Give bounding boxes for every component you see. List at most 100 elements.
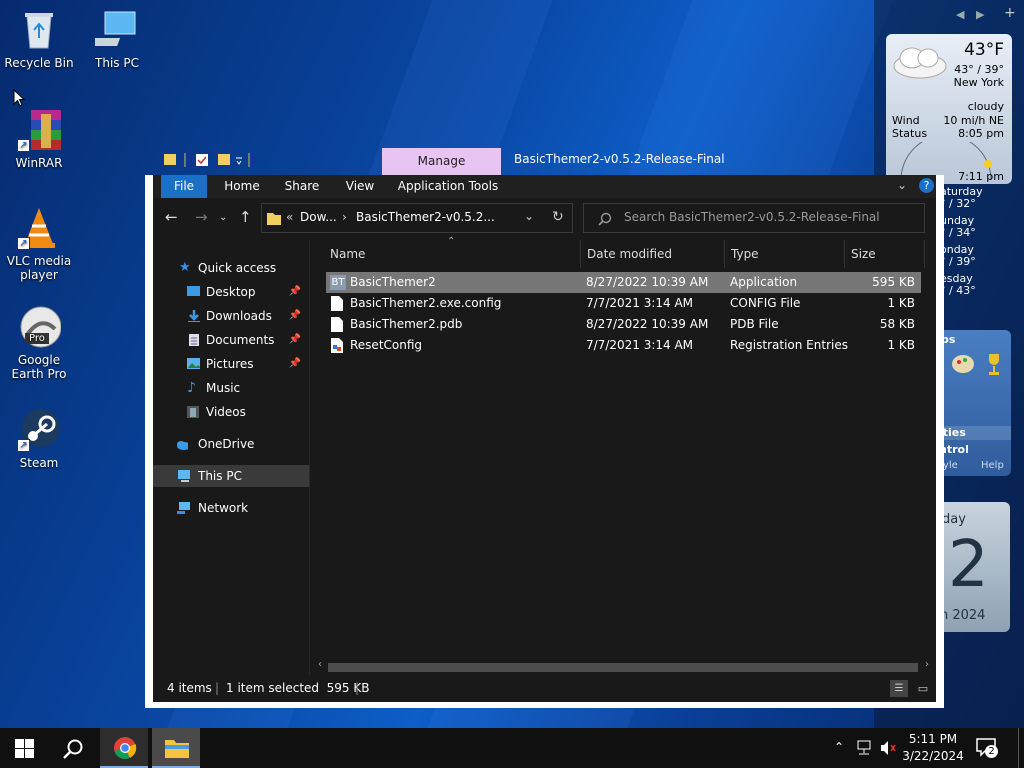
tab-home[interactable]: Home <box>217 175 267 198</box>
scroll-right-icon[interactable]: › <box>925 659 929 670</box>
file-type: PDB File <box>730 317 779 331</box>
file-row[interactable]: BasicThemer2.exe.config 7/7/2021 3:14 AM… <box>326 293 921 314</box>
show-hidden-icons-icon[interactable]: ⌃ <box>834 740 844 754</box>
documents-icon <box>189 334 199 346</box>
calendar-gadget[interactable]: day 2 n 2024 <box>936 502 1010 632</box>
nav-onedrive[interactable]: OneDrive <box>153 433 309 455</box>
start-button[interactable] <box>0 728 48 768</box>
tab-view[interactable]: View <box>335 175 385 198</box>
tools-item[interactable]: ntrol <box>935 443 1011 457</box>
address-bar[interactable]: « Dow... › BasicThemer2-v0.5.2... ⌄ ↻ <box>261 203 573 233</box>
refresh-icon[interactable]: ↻ <box>552 209 564 225</box>
forecast-day: aturday <box>940 185 983 198</box>
forecast-temps: ° / 43° <box>940 283 976 297</box>
nav-videos[interactable]: Videos <box>153 401 309 423</box>
help-icon[interactable]: ? <box>919 178 934 193</box>
column-header-type[interactable]: Type <box>725 240 845 268</box>
nav-this-pc[interactable]: This PC <box>153 465 309 487</box>
file-name: BasicThemer2.pdb <box>350 317 463 331</box>
file-icon <box>331 317 343 332</box>
folder-icon <box>165 740 189 758</box>
pin-icon[interactable]: 📌 <box>289 281 301 303</box>
back-arrow-icon[interactable]: ← <box>165 208 178 226</box>
google-earth-icon: Pro <box>17 305 62 349</box>
chevron-down-icon[interactable]: ⌄ <box>897 178 907 192</box>
desktop-icon-winrar[interactable]: ↗ WinRAR <box>0 108 78 170</box>
file-size: 1 KB <box>887 338 915 352</box>
search-box[interactable]: Search BasicThemer2-v0.5.2-Release-Final <box>583 203 925 233</box>
tab-share[interactable]: Share <box>277 175 327 198</box>
column-header-size[interactable]: Size <box>845 240 925 268</box>
scroll-left-icon[interactable]: ‹ <box>318 659 322 670</box>
search-placeholder: Search BasicThemer2-v0.5.2-Release-Final <box>624 210 880 224</box>
clock[interactable]: 5:11 PM 3/22/2024 <box>900 731 966 765</box>
pin-icon[interactable]: 📌 <box>289 305 301 327</box>
large-icons-view-icon[interactable]: ▭ <box>914 680 932 697</box>
column-header-name[interactable]: Name <box>324 240 581 268</box>
taskbar-file-explorer[interactable] <box>152 728 200 768</box>
pin-icon[interactable]: 📌 <box>289 329 301 351</box>
file-row[interactable]: ResetConfig 7/7/2021 3:14 AM Registratio… <box>326 335 921 356</box>
tab-application-tools[interactable]: Application Tools <box>393 175 503 198</box>
desktop-icon-this-pc[interactable]: This PC <box>78 8 156 70</box>
forecast-day: onday <box>940 243 974 256</box>
desktop-icon-vlc[interactable]: ↗ VLC media player <box>0 206 78 282</box>
details-view-icon[interactable]: ☰ <box>890 680 908 697</box>
tools-item[interactable]: ities <box>935 426 1011 440</box>
nav-documents[interactable]: Documents 📌 <box>153 329 309 351</box>
recent-locations-icon[interactable]: ⌄ <box>219 212 227 223</box>
address-separator: › <box>342 210 347 224</box>
search-button[interactable] <box>48 728 96 768</box>
wind-label: Wind <box>892 114 920 127</box>
horizontal-scrollbar[interactable]: ‹ › <box>318 659 929 674</box>
nav-label: This PC <box>198 469 242 483</box>
column-header-date-modified[interactable]: Date modified <box>581 240 725 268</box>
search-icon <box>63 739 83 759</box>
volume-muted-icon[interactable] <box>879 740 897 756</box>
address-segment[interactable]: BasicThemer2-v0.5.2... <box>356 210 495 224</box>
desktop-icon-google-earth[interactable]: Pro Google Earth Pro <box>0 305 78 381</box>
shortcut-arrow-icon: ↗ <box>17 237 30 250</box>
nav-music[interactable]: ♪ Music <box>153 377 309 399</box>
taskbar-chrome[interactable] <box>100 728 148 768</box>
file-row[interactable]: BT BasicThemer2 8/27/2022 10:39 AM Appli… <box>326 272 921 293</box>
nav-quick-access[interactable]: ★ Quick access <box>153 257 309 279</box>
tools-gadget[interactable]: ps ities ntrol tyle Help <box>935 330 1011 476</box>
status-bar: 4 items | 1 item selected 595 KB | ☰ ▭ <box>153 675 936 702</box>
address-segment[interactable]: Dow... <box>300 210 337 224</box>
desktop-icon-label: This PC <box>95 56 139 70</box>
file-name: BasicThemer2 <box>350 275 436 289</box>
scrollbar-thumb[interactable] <box>328 663 918 672</box>
gadget-prev-icon[interactable]: ◀ <box>956 8 964 21</box>
steam-icon: ↗ <box>17 408 61 452</box>
tab-file[interactable]: File <box>161 175 207 198</box>
nav-label: Quick access <box>198 261 277 275</box>
manage-tab[interactable]: Manage <box>382 148 501 175</box>
address-dropdown-icon[interactable]: ⌄ <box>524 209 534 223</box>
action-center-button[interactable]: 2 <box>975 737 999 759</box>
calendar-month-year: n 2024 <box>940 608 986 623</box>
show-desktop-button[interactable] <box>1018 728 1024 768</box>
pin-icon[interactable]: 📌 <box>289 353 301 375</box>
calendar-day: day <box>942 512 966 527</box>
nav-desktop[interactable]: Desktop 📌 <box>153 281 309 303</box>
tools-help-link[interactable]: Help <box>981 460 1004 471</box>
network-icon[interactable] <box>856 740 874 756</box>
desktop-icon-recycle-bin[interactable]: Recycle Bin <box>0 8 78 70</box>
forward-arrow-icon[interactable]: → <box>195 208 208 226</box>
file-row[interactable]: BasicThemer2.pdb 8/27/2022 10:39 AM PDB … <box>326 314 921 335</box>
file-size: 58 KB <box>879 317 915 331</box>
nav-pictures[interactable]: Pictures 📌 <box>153 353 309 375</box>
forecast-temps: ° / 34° <box>940 225 976 239</box>
add-gadget-icon[interactable]: + <box>1004 5 1016 21</box>
nav-downloads[interactable]: Downloads 📌 <box>153 305 309 327</box>
forecast-temps: ° / 39° <box>940 254 976 268</box>
desktop-icon-steam[interactable]: ↗ Steam <box>0 408 78 470</box>
pro-badge: Pro <box>25 333 49 344</box>
up-arrow-icon[interactable]: ↑ <box>239 208 252 226</box>
address-overflow[interactable]: « <box>286 210 293 224</box>
gadget-next-icon[interactable]: ▶ <box>976 8 984 21</box>
nav-network[interactable]: Network <box>153 497 309 519</box>
file-size: 1 KB <box>887 296 915 310</box>
music-icon: ♪ <box>187 380 196 396</box>
